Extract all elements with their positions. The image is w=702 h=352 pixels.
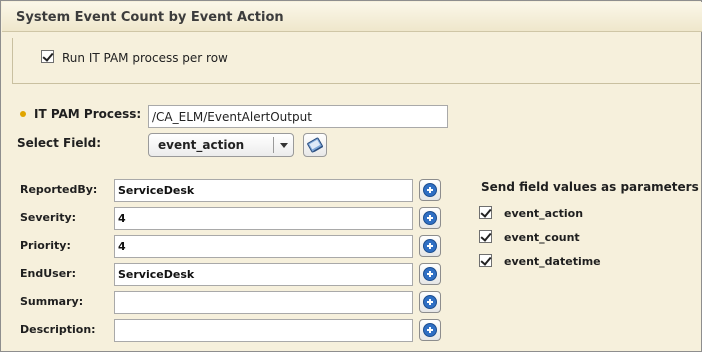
add-severity-button[interactable] — [419, 207, 441, 229]
chevron-down-icon[interactable] — [280, 143, 288, 148]
plus-icon — [423, 239, 437, 253]
send-event-action-label: event_action — [504, 207, 584, 220]
plus-icon — [423, 211, 437, 225]
send-event-count-checkbox[interactable] — [479, 230, 492, 243]
run-per-row-label: Run IT PAM process per row — [62, 51, 228, 65]
select-field-value: event_action — [158, 138, 245, 152]
field-lookup-button[interactable] — [303, 133, 327, 157]
param-input-summary[interactable] — [114, 291, 413, 314]
plus-icon — [423, 267, 437, 281]
dropdown-separator — [273, 137, 274, 153]
send-event-action-checkbox[interactable] — [479, 206, 492, 219]
add-reportedby-button[interactable] — [419, 179, 441, 201]
param-input-description[interactable] — [114, 319, 413, 342]
book-icon — [307, 137, 324, 153]
send-event-datetime-checkbox[interactable] — [479, 254, 492, 267]
panel-title: System Event Count by Event Action — [16, 10, 284, 25]
process-path-input[interactable] — [148, 105, 448, 128]
plus-icon — [423, 183, 437, 197]
param-label-description: Description: — [20, 323, 96, 336]
select-field-dropdown[interactable]: event_action — [148, 133, 294, 157]
add-description-button[interactable] — [419, 319, 441, 341]
select-field-label: Select Field: — [17, 136, 102, 150]
add-summary-button[interactable] — [419, 291, 441, 313]
param-label-reportedby: ReportedBy: — [20, 183, 98, 196]
send-event-datetime-label: event_datetime — [504, 255, 601, 268]
panel-title-bar: System Event Count by Event Action — [2, 2, 702, 32]
param-input-priority[interactable] — [114, 235, 413, 258]
param-label-enduser: EndUser: — [20, 267, 76, 280]
param-input-enduser[interactable] — [114, 263, 413, 286]
send-event-count-label: event_count — [504, 231, 580, 244]
param-label-priority: Priority: — [20, 239, 71, 252]
send-fields-heading: Send field values as parameters — [481, 180, 699, 194]
param-input-severity[interactable] — [114, 207, 413, 230]
plus-icon — [423, 323, 437, 337]
plus-icon — [423, 295, 437, 309]
required-indicator-icon — [20, 111, 26, 117]
add-enduser-button[interactable] — [419, 263, 441, 285]
event-action-panel: System Event Count by Event Action Run I… — [0, 0, 702, 352]
process-label: IT PAM Process: — [34, 107, 142, 121]
param-label-summary: Summary: — [20, 295, 84, 308]
run-per-row-checkbox[interactable] — [41, 50, 54, 63]
add-priority-button[interactable] — [419, 235, 441, 257]
param-input-reportedby[interactable] — [114, 179, 413, 202]
param-label-severity: Severity: — [20, 211, 77, 224]
